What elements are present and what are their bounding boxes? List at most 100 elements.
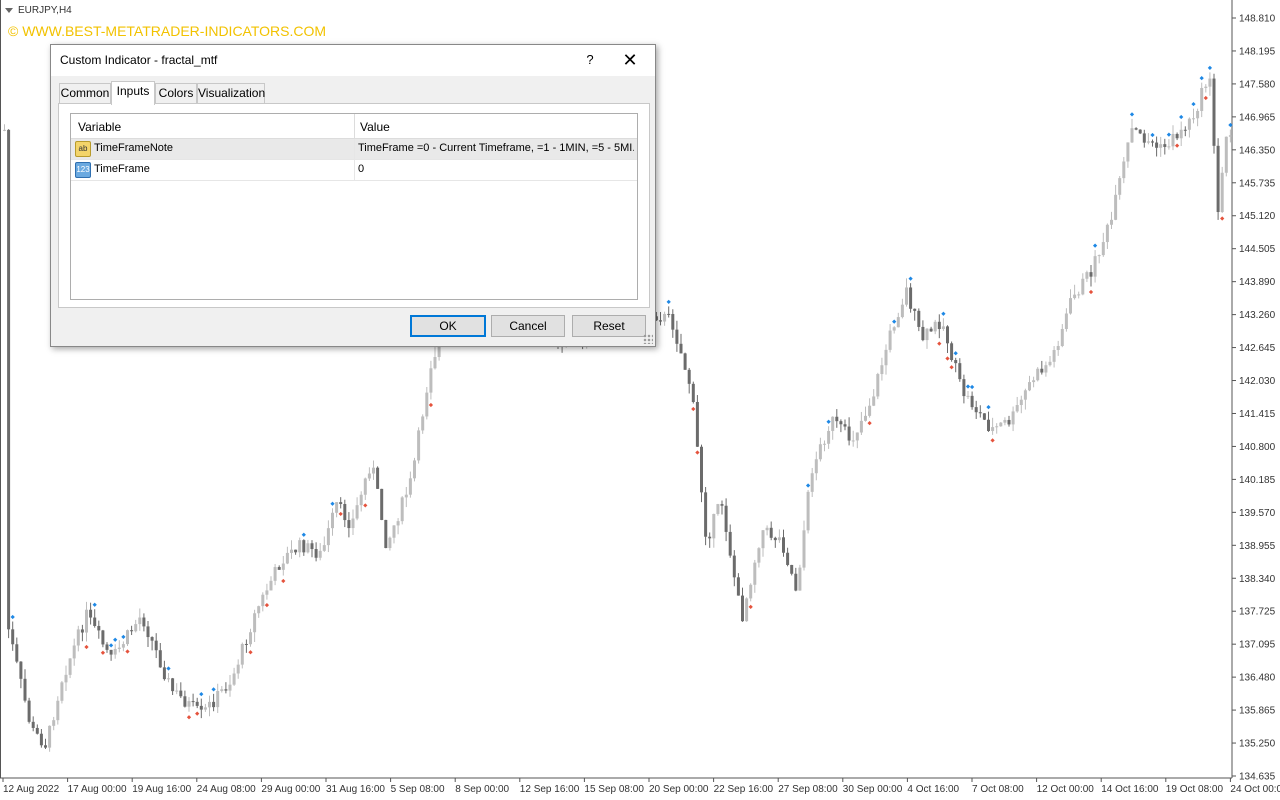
tab-common[interactable]: Common bbox=[59, 83, 111, 104]
candle-body bbox=[1003, 419, 1007, 423]
candle-body bbox=[1040, 368, 1044, 373]
ok-button[interactable]: OK bbox=[410, 315, 486, 337]
close-icon[interactable]: ✕ bbox=[617, 49, 643, 71]
candle-body bbox=[367, 473, 371, 479]
candle-body bbox=[937, 321, 941, 330]
time-tick-label: 31 Aug 16:00 bbox=[326, 784, 385, 795]
candle-body bbox=[212, 701, 216, 708]
column-header-variable[interactable]: Variable bbox=[78, 120, 121, 134]
row-value[interactable]: 0 bbox=[358, 163, 634, 175]
price-tick-label: 140.800 bbox=[1239, 442, 1276, 453]
candle-body bbox=[1019, 399, 1023, 406]
integer-type-icon: 123 bbox=[75, 162, 91, 178]
candle-body bbox=[294, 549, 298, 553]
dialog-titlebar[interactable]: Custom Indicator - fractal_mtf ? ✕ bbox=[51, 45, 655, 76]
candle-body bbox=[203, 707, 207, 710]
custom-indicator-dialog[interactable]: Custom Indicator - fractal_mtf ? ✕ Commo… bbox=[50, 44, 656, 347]
fractal-down-marker bbox=[695, 450, 700, 455]
time-tick-label: 4 Oct 16:00 bbox=[907, 784, 959, 795]
candle-body bbox=[687, 369, 691, 384]
candle-body bbox=[101, 630, 105, 645]
candle-body bbox=[339, 502, 343, 505]
candle-body bbox=[1187, 118, 1191, 130]
inputs-grid[interactable]: Variable Value ab TimeFrameNote TimeFram… bbox=[70, 113, 638, 300]
candle-body bbox=[827, 430, 831, 444]
candle-body bbox=[404, 494, 408, 498]
candle-body bbox=[195, 701, 199, 706]
candle-body bbox=[1007, 419, 1011, 425]
candle-body bbox=[683, 353, 687, 370]
candle-body bbox=[199, 705, 203, 710]
fractal-down-marker bbox=[338, 511, 343, 517]
candle-body bbox=[179, 690, 183, 697]
row-divider bbox=[354, 160, 355, 180]
chart-menu-arrow-icon[interactable] bbox=[5, 8, 13, 13]
candle-body bbox=[1056, 346, 1060, 351]
candle-body bbox=[105, 644, 109, 650]
candle-body bbox=[240, 643, 244, 665]
candle-body bbox=[1192, 118, 1195, 120]
time-tick-label: 5 Sep 08:00 bbox=[391, 784, 445, 795]
candle-body bbox=[1155, 142, 1159, 148]
candle-body bbox=[806, 491, 810, 531]
time-tick-label: 24 Oct 00:00 bbox=[1230, 784, 1280, 795]
cancel-button[interactable]: Cancel bbox=[491, 315, 565, 337]
fractal-down-marker bbox=[691, 406, 696, 412]
candle-body bbox=[851, 440, 855, 442]
candle-body bbox=[900, 304, 904, 318]
help-button[interactable]: ? bbox=[579, 49, 601, 71]
candle-body bbox=[392, 525, 396, 538]
fractal-up-marker bbox=[1191, 101, 1196, 107]
tab-visualization[interactable]: Visualization bbox=[197, 83, 265, 104]
candle-body bbox=[158, 650, 162, 668]
tab-inputs[interactable]: Inputs bbox=[111, 81, 155, 105]
table-row[interactable]: 123 TimeFrame 0 bbox=[71, 160, 637, 181]
fractal-up-marker bbox=[892, 319, 897, 324]
candle-body bbox=[408, 478, 412, 495]
candle-body bbox=[138, 617, 142, 625]
candle-body bbox=[1159, 144, 1163, 148]
time-tick-label: 22 Sep 16:00 bbox=[714, 784, 774, 795]
candle-body bbox=[372, 467, 375, 474]
column-header-value[interactable]: Value bbox=[360, 120, 390, 134]
time-tick-label: 17 Aug 00:00 bbox=[68, 784, 127, 795]
candle-body bbox=[376, 467, 380, 489]
price-tick-label: 142.645 bbox=[1239, 343, 1276, 354]
candle-body bbox=[117, 647, 121, 649]
candle-body bbox=[905, 287, 908, 305]
row-value[interactable]: TimeFrame =0 - Current Timeframe, =1 - 1… bbox=[358, 142, 634, 154]
table-row[interactable]: ab TimeFrameNote TimeFrame =0 - Current … bbox=[71, 139, 637, 160]
candle-body bbox=[31, 721, 35, 728]
candle-body bbox=[72, 645, 76, 659]
candle-body bbox=[835, 416, 839, 422]
candle-body bbox=[154, 640, 158, 651]
candle-body bbox=[208, 701, 211, 708]
grid-header: Variable Value bbox=[71, 114, 637, 139]
fractal-up-marker bbox=[1129, 112, 1135, 117]
tab-colors[interactable]: Colors bbox=[155, 83, 197, 104]
time-tick-label: 20 Sep 00:00 bbox=[649, 784, 709, 795]
candle-body bbox=[847, 426, 851, 441]
fractal-up-marker bbox=[330, 501, 335, 506]
reset-button[interactable]: Reset bbox=[572, 315, 646, 337]
time-tick-label: 12 Aug 2022 bbox=[3, 784, 60, 795]
candle-body bbox=[121, 644, 125, 648]
candle-body bbox=[1069, 298, 1072, 314]
candle-body bbox=[130, 630, 134, 632]
candle-body bbox=[146, 626, 150, 638]
candle-body bbox=[724, 505, 728, 532]
column-divider[interactable] bbox=[354, 114, 355, 138]
price-tick-label: 135.250 bbox=[1239, 739, 1276, 750]
candle-body bbox=[1023, 390, 1027, 400]
price-tick-label: 141.415 bbox=[1239, 409, 1276, 420]
candle-body bbox=[56, 700, 60, 721]
candle-body bbox=[954, 360, 958, 364]
candle-body bbox=[675, 329, 679, 344]
candle-body bbox=[1204, 86, 1208, 88]
resize-grip-icon[interactable] bbox=[643, 334, 653, 344]
candle-body bbox=[679, 343, 683, 354]
time-tick-label: 30 Sep 00:00 bbox=[843, 784, 903, 795]
time-tick-label: 12 Sep 16:00 bbox=[520, 784, 580, 795]
candle-body bbox=[380, 488, 384, 520]
candle-body bbox=[982, 413, 986, 420]
